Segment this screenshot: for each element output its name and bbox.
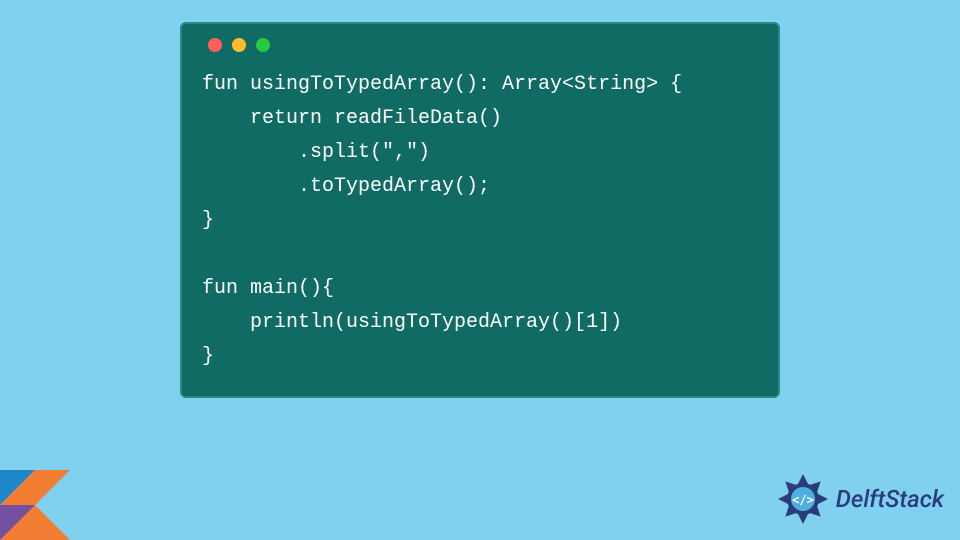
brand-name: DelftStack	[836, 485, 944, 513]
window-dots	[208, 38, 758, 52]
kotlin-logo-icon	[0, 470, 70, 540]
brand: </> DelftStack	[776, 472, 944, 526]
window-close-icon	[208, 38, 222, 52]
code-card: fun usingToTypedArray(): Array<String> {…	[180, 22, 780, 398]
svg-text:</>: </>	[792, 493, 814, 507]
window-maximize-icon	[256, 38, 270, 52]
code-block: fun usingToTypedArray(): Array<String> {…	[202, 68, 758, 374]
window-minimize-icon	[232, 38, 246, 52]
brand-gear-icon: </>	[776, 472, 830, 526]
